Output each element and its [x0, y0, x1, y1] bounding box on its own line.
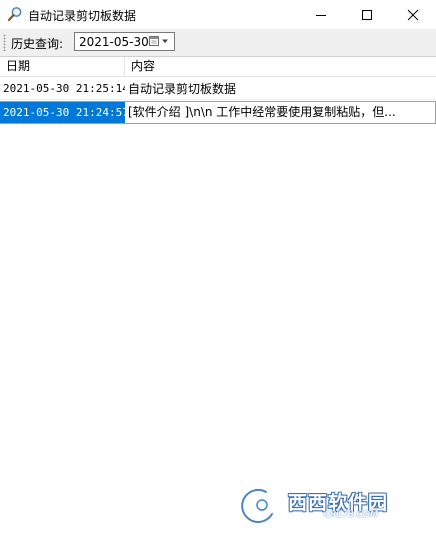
calendar-dropdown-button[interactable]	[149, 34, 173, 49]
row-date: 2021-05-30 21:25:14	[3, 82, 125, 95]
maximize-icon	[362, 10, 372, 20]
history-query-label: 历史查询:	[11, 37, 64, 51]
list-row-selected[interactable]: 2021-05-30 21:24:57 [软件介绍 ]\n\n 工作中经常要使用…	[0, 101, 436, 124]
date-picker[interactable]: 2021-05-30	[74, 32, 175, 51]
row-date: 2021-05-30 21:24:57	[0, 102, 125, 123]
calendar-dropdown-icon	[149, 36, 168, 46]
toolbar-grip-handle[interactable]	[3, 34, 6, 51]
row-content: [软件介绍 ]\n\n 工作中经常要使用复制粘贴，但...	[128, 105, 396, 119]
maximize-button[interactable]	[344, 0, 390, 29]
toolbar: 历史查询: 2021-05-30	[0, 29, 436, 56]
magnifier-icon	[7, 6, 23, 22]
list-header: 日期 内容	[0, 57, 436, 77]
window-title: 自动记录剪切板数据	[28, 9, 137, 23]
column-header-content[interactable]: 内容	[125, 57, 436, 76]
minimize-button[interactable]	[298, 0, 344, 29]
row-content: 自动记录剪切板数据	[128, 82, 237, 96]
clipboard-history-list[interactable]: 日期 内容 2021-05-30 21:25:14 自动记录剪切板数据 2021…	[0, 56, 436, 535]
minimize-icon	[316, 15, 326, 16]
close-button[interactable]	[390, 0, 436, 29]
close-icon	[407, 9, 419, 21]
watermark-url: CR173.COM	[324, 510, 378, 520]
watermark-logo-icon	[239, 487, 275, 525]
date-picker-value: 2021-05-30	[79, 35, 149, 49]
column-header-date[interactable]: 日期	[0, 57, 125, 76]
list-row[interactable]: 2021-05-30 21:25:14 自动记录剪切板数据	[0, 78, 436, 100]
title-bar[interactable]: 自动记录剪切板数据	[0, 0, 436, 29]
app-window: 自动记录剪切板数据 历史查询: 2021-05-30 日期 内容 2021-05…	[0, 0, 436, 535]
site-watermark: 西西软件园 CR173.COM	[236, 484, 416, 526]
